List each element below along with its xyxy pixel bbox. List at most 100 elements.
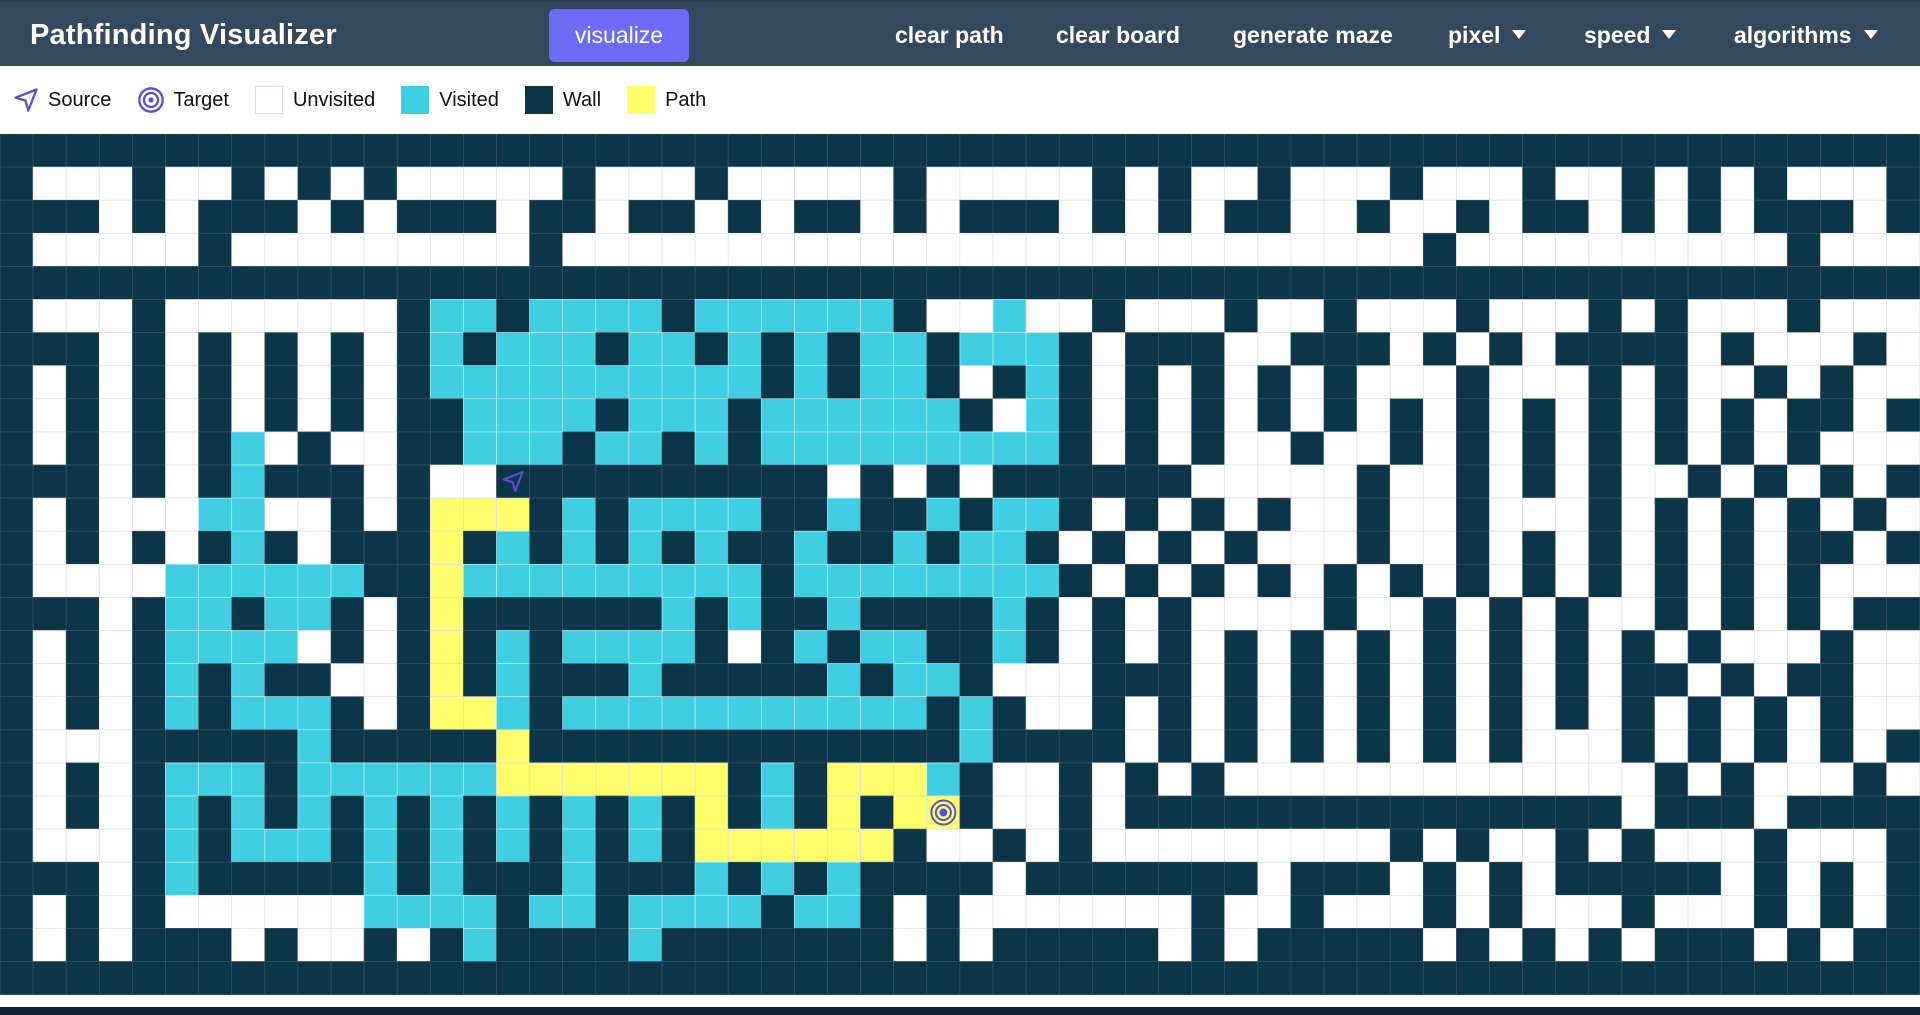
grid-cell[interactable]: [1787, 134, 1821, 168]
grid-cell[interactable]: [198, 166, 233, 201]
grid-cell[interactable]: [198, 232, 233, 267]
grid-cell[interactable]: [1687, 299, 1722, 333]
grid-cell[interactable]: [1356, 563, 1391, 598]
grid-cell[interactable]: [661, 365, 696, 400]
grid-cell[interactable]: [1687, 762, 1722, 797]
grid-cell[interactable]: [0, 365, 34, 400]
grid-cell[interactable]: [1323, 597, 1358, 631]
grid-cell[interactable]: [32, 563, 67, 598]
grid-cell[interactable]: [330, 663, 365, 698]
grid-cell[interactable]: [1125, 630, 1159, 664]
grid-cell[interactable]: [694, 232, 729, 267]
grid-cell[interactable]: [794, 894, 828, 929]
grid-cell[interactable]: [1522, 663, 1557, 698]
grid-cell[interactable]: [496, 497, 530, 532]
grid-cell[interactable]: [727, 365, 762, 400]
grid-cell[interactable]: [198, 729, 233, 764]
grid-cell[interactable]: [860, 497, 895, 532]
grid-cell[interactable]: [1687, 729, 1722, 764]
grid-cell[interactable]: [1422, 530, 1457, 565]
grid-cell[interactable]: [496, 365, 530, 400]
grid-cell[interactable]: [330, 762, 365, 797]
grid-cell[interactable]: [396, 134, 431, 168]
grid-cell[interactable]: [330, 597, 365, 631]
grid-cell[interactable]: [1091, 332, 1126, 367]
grid-cell[interactable]: [529, 563, 564, 598]
grid-cell[interactable]: [297, 266, 332, 300]
grid-cell[interactable]: [496, 332, 530, 367]
grid-cell[interactable]: [1886, 530, 1920, 565]
grid-cell[interactable]: [1356, 266, 1391, 300]
grid-cell[interactable]: [860, 928, 895, 962]
grid-cell[interactable]: [264, 630, 299, 664]
grid-cell[interactable]: [297, 729, 332, 764]
grid-cell[interactable]: [1621, 365, 1656, 400]
grid-cell[interactable]: [1886, 729, 1920, 764]
grid-cell[interactable]: [1621, 961, 1656, 995]
grid-cell[interactable]: [198, 199, 233, 234]
grid-cell[interactable]: [992, 961, 1027, 995]
grid-cell[interactable]: [396, 299, 431, 333]
grid-cell[interactable]: [1522, 762, 1557, 797]
grid-cell[interactable]: [694, 597, 729, 631]
generate-maze-button[interactable]: generate maze: [1233, 2, 1393, 68]
grid-cell[interactable]: [562, 464, 597, 499]
grid-cell[interactable]: [992, 464, 1027, 499]
grid-cell[interactable]: [893, 365, 928, 400]
grid-cell[interactable]: [1522, 795, 1557, 830]
grid-cell[interactable]: [595, 630, 630, 664]
grid-cell[interactable]: [1853, 729, 1888, 764]
grid-cell[interactable]: [98, 332, 133, 367]
grid-cell[interactable]: [1389, 199, 1424, 234]
grid-cell[interactable]: [1191, 729, 1226, 764]
grid-cell[interactable]: [860, 365, 895, 400]
grid-cell[interactable]: [1191, 134, 1226, 168]
grid-cell[interactable]: [132, 166, 166, 201]
grid-cell[interactable]: [1224, 795, 1259, 830]
grid-cell[interactable]: [0, 530, 34, 565]
grid-cell[interactable]: [65, 497, 100, 532]
grid-cell[interactable]: [231, 464, 266, 499]
grid-cell[interactable]: [1456, 729, 1490, 764]
grid-cell[interactable]: [760, 828, 795, 863]
grid-cell[interactable]: [1323, 497, 1358, 532]
grid-cell[interactable]: [1257, 266, 1292, 300]
grid-cell[interactable]: [264, 828, 299, 863]
grid-cell[interactable]: [926, 696, 961, 731]
grid-cell[interactable]: [1158, 299, 1192, 333]
grid-cell[interactable]: [1356, 398, 1391, 433]
grid-cell[interactable]: [628, 134, 663, 168]
grid-cell[interactable]: [98, 696, 133, 731]
grid-cell[interactable]: [1853, 894, 1888, 929]
grid-cell[interactable]: [562, 630, 597, 664]
grid-cell[interactable]: [1091, 166, 1126, 201]
grid-cell[interactable]: [1555, 232, 1590, 267]
grid-cell[interactable]: [1422, 762, 1457, 797]
grid-cell[interactable]: [1720, 232, 1755, 267]
grid-cell[interactable]: [32, 266, 67, 300]
grid-cell[interactable]: [429, 894, 464, 929]
grid-cell[interactable]: [1820, 861, 1854, 896]
grid-cell[interactable]: [1323, 861, 1358, 896]
grid-cell[interactable]: [1720, 266, 1755, 300]
grid-cell[interactable]: [32, 134, 67, 168]
grid-cell[interactable]: [1820, 597, 1854, 631]
grid-cell[interactable]: [1687, 928, 1722, 962]
grid-cell[interactable]: [1621, 266, 1656, 300]
grid-cell[interactable]: [1820, 928, 1854, 962]
grid-cell[interactable]: [297, 861, 332, 896]
grid-cell[interactable]: [32, 861, 67, 896]
grid-cell[interactable]: [727, 828, 762, 863]
grid-cell[interactable]: [860, 431, 895, 466]
grid-cell[interactable]: [396, 861, 431, 896]
grid-cell[interactable]: [132, 134, 166, 168]
clear-path-button[interactable]: clear path: [895, 2, 1004, 68]
grid-cell[interactable]: [760, 861, 795, 896]
grid-cell[interactable]: [1290, 497, 1325, 532]
grid-cell[interactable]: [1323, 828, 1358, 863]
grid-cell[interactable]: [1820, 199, 1854, 234]
grid-cell[interactable]: [330, 365, 365, 400]
grid-cell[interactable]: [1753, 431, 1788, 466]
grid-cell[interactable]: [1522, 497, 1557, 532]
grid-cell[interactable]: [562, 332, 597, 367]
